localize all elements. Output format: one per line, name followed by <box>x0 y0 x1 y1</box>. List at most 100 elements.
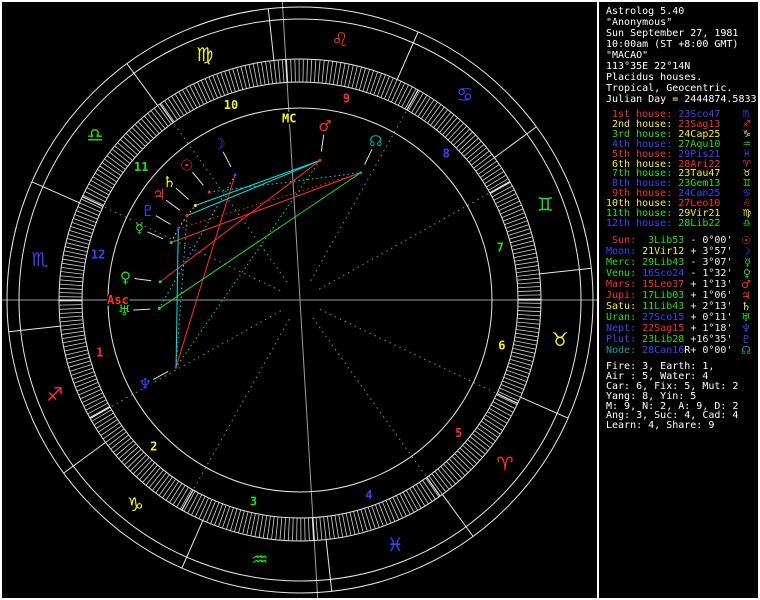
degree-tick <box>61 266 85 271</box>
degree-tick <box>516 273 540 277</box>
degree-tick <box>70 367 94 376</box>
degree-tick <box>265 61 270 85</box>
degree-tick <box>246 512 253 536</box>
degree-tick <box>342 513 348 537</box>
degree-tick <box>76 210 98 220</box>
degree-tick <box>252 63 258 87</box>
degree-tick <box>334 515 339 538</box>
planet-offset-value: - 3°07' <box>690 256 733 268</box>
planet-dot <box>193 204 197 208</box>
house-number-10: 10 <box>224 98 238 112</box>
degree-tick <box>214 503 224 526</box>
degree-tick <box>514 336 538 342</box>
planet-offset-value: + 0°11' <box>690 311 733 323</box>
planet-dot <box>233 173 237 177</box>
degree-tick <box>80 389 102 400</box>
degree-tick <box>319 517 323 541</box>
degree-tick <box>515 261 538 266</box>
degree-tick <box>338 514 344 538</box>
degree-tick <box>310 59 313 83</box>
degree-tick <box>321 60 325 84</box>
degree-tick <box>493 189 515 201</box>
planet-pointer <box>165 199 181 211</box>
house-cusp-band-mark <box>82 196 104 207</box>
degree-tick <box>502 380 524 390</box>
degree-tick <box>336 62 342 86</box>
degree-tick <box>374 504 384 527</box>
degree-tick <box>81 392 103 404</box>
degree-tick <box>492 401 514 413</box>
degree-tick <box>329 61 334 85</box>
degree-tick <box>200 80 211 102</box>
degree-tick <box>373 73 382 96</box>
planet-row: Node: 28Can16R+ 0°00' ☊ <box>606 343 758 357</box>
degree-tick <box>384 77 394 100</box>
stats-line-6: Learn: 4, Share: 9 <box>606 420 715 432</box>
degree-tick <box>496 394 518 406</box>
sign-boundary-line <box>539 267 592 275</box>
degree-tick <box>283 517 287 541</box>
degree-tick <box>512 248 536 255</box>
degree-tick <box>59 292 83 294</box>
degree-tick <box>258 514 264 538</box>
degree-tick <box>516 321 540 325</box>
planet-row: Merc: 29Lib43 - 3°07' ☿ <box>606 256 758 268</box>
degree-tick <box>204 78 215 100</box>
planet-dot <box>359 171 363 175</box>
degree-tick <box>382 501 392 524</box>
degree-tick <box>515 332 539 338</box>
house-number-12: 12 <box>91 247 105 261</box>
planet-dot <box>157 307 161 311</box>
degree-tick <box>515 329 539 334</box>
planet-offset-value: + 1°06' <box>690 289 733 301</box>
planet-position-value: 21Vir12 <box>642 245 685 257</box>
degree-tick <box>387 79 398 101</box>
planet-offset-value: - 1°32' <box>690 267 733 279</box>
planet-row: Venu: 16Sco24 - 1°32' ♀ <box>606 267 758 279</box>
planet-row: Plut: 23Lib28 +16°35' ♇ <box>606 334 758 345</box>
planet-pointer <box>175 187 189 200</box>
degree-tick <box>504 373 527 382</box>
degree-tick <box>63 342 87 348</box>
planet-icon: ☊ <box>741 343 751 357</box>
wheel-planet-icon: ☉ <box>180 156 193 174</box>
degree-tick <box>178 91 191 112</box>
sign-boundary-line <box>520 396 569 419</box>
planet-label: Moon: <box>606 245 637 257</box>
degree-tick <box>64 246 88 253</box>
degree-tick <box>404 88 417 110</box>
degree-tick <box>517 286 541 289</box>
degree-tick <box>330 515 335 539</box>
header-line-2: Sun September 27, 1981 <box>606 28 739 39</box>
planet-label: Sun: <box>606 234 637 246</box>
house-number-2: 2 <box>150 439 157 453</box>
degree-tick <box>345 512 352 536</box>
planet-pointer <box>320 134 325 152</box>
degree-tick <box>508 228 531 236</box>
planet-pointer <box>364 149 373 165</box>
degree-tick <box>262 515 268 539</box>
degree-tick <box>347 64 354 88</box>
degree-tick <box>513 344 537 350</box>
planet-label: Merc: <box>606 256 637 268</box>
aspect-line-sextile <box>209 172 361 193</box>
degree-tick <box>218 504 227 527</box>
degree-tick <box>516 269 540 274</box>
aspect-line-trine <box>175 160 321 368</box>
house-cusp-list: 1st house: 23Sco47 ♏ 2nd house: 23Sag13 ♐ … <box>606 110 758 229</box>
degree-tick <box>256 62 262 86</box>
degree-tick <box>202 499 213 521</box>
planet-pointer <box>192 171 204 186</box>
degree-tick <box>500 384 523 394</box>
degree-tick <box>505 220 528 229</box>
degree-tick <box>73 374 96 384</box>
degree-tick <box>495 193 517 205</box>
sign-boundary-line <box>63 441 106 474</box>
degree-tick <box>60 323 84 327</box>
degree-tick <box>308 517 310 541</box>
degree-tick <box>392 497 404 519</box>
planet-label: Mars: <box>606 278 637 290</box>
degree-tick <box>515 265 539 270</box>
sign-glyph-scorpio: ♏ <box>32 249 49 271</box>
degree-tick <box>86 187 108 199</box>
